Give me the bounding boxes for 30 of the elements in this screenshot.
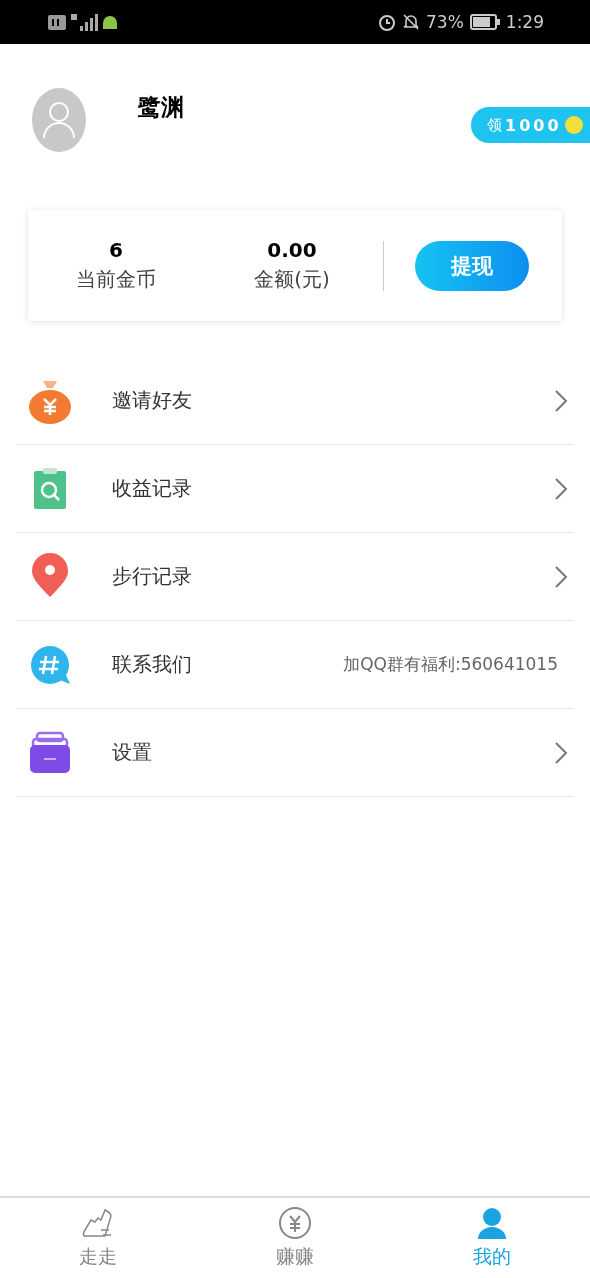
alarm-icon	[378, 13, 396, 31]
menu-note: 加QQ群有福利:560641015	[343, 653, 558, 676]
menu-item[interactable]: 设置	[16, 709, 574, 797]
android-icon	[102, 15, 118, 29]
muted-bell-icon	[402, 13, 420, 31]
battery-percent: 73%	[426, 12, 464, 32]
user-name: 鹭渊	[138, 93, 185, 122]
yen-coin-icon	[278, 1206, 312, 1240]
chevron-icon	[554, 388, 568, 413]
menu-label: 联系我们	[112, 651, 193, 678]
menu-item[interactable]: 邀请好友	[16, 357, 574, 445]
chevron-icon	[554, 564, 568, 589]
stat-label: 当前金币	[76, 266, 156, 293]
signal-icon	[70, 13, 98, 31]
menu-label: 步行记录	[112, 563, 193, 590]
menu-label: 收益记录	[112, 475, 193, 502]
nav-tab[interactable]: 赚赚	[196, 1198, 394, 1278]
menu-item[interactable]: 收益记录	[16, 445, 574, 533]
clock-time: 1:29	[505, 12, 544, 32]
chevron-icon	[554, 740, 568, 765]
stat-value: 0.00	[267, 238, 317, 262]
menu-item[interactable]: 联系我们 加QQ群有福利:560641015	[16, 621, 574, 709]
menu-label: 邀请好友	[112, 387, 193, 414]
menu-label: 设置	[112, 739, 153, 766]
battery-icon	[469, 14, 500, 30]
chevron-icon	[554, 476, 568, 501]
stat-value: 6	[109, 238, 123, 262]
nav-tab[interactable]: 走走	[0, 1198, 197, 1278]
menu-item[interactable]: 步行记录	[16, 533, 574, 621]
stat-label: 金额(元)	[254, 266, 330, 293]
